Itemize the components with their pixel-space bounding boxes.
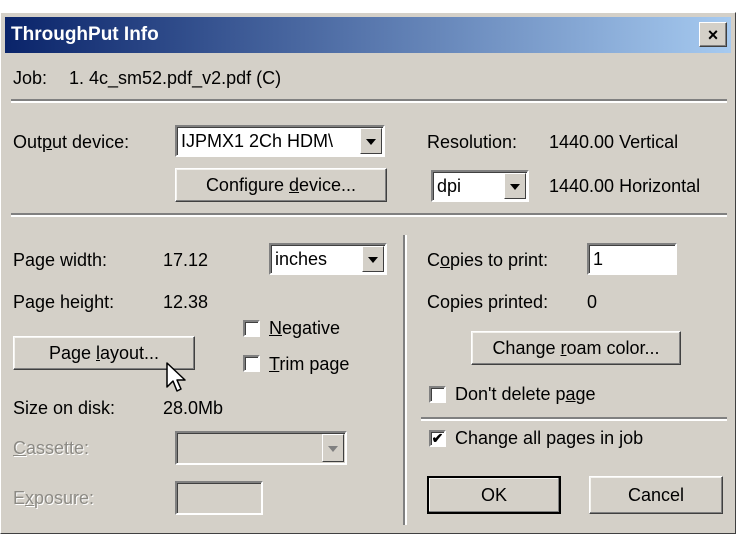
- copies-printed-label: Copies printed:: [427, 292, 549, 312]
- resolution-label: Resolution:: [427, 132, 518, 152]
- copies-to-print-input[interactable]: 1: [587, 243, 677, 275]
- output-device-dropdown-button[interactable]: [360, 128, 382, 154]
- size-on-disk-label: Size on disk:: [13, 398, 116, 418]
- page-units-value: inches: [275, 249, 328, 269]
- page-width-value: 17.12: [163, 250, 209, 270]
- change-all-pages-label: Change all pages in job: [455, 428, 644, 448]
- copies-to-print-label: Copies to print:: [427, 250, 549, 270]
- title-bar[interactable]: ThroughPut Info ×: [5, 17, 731, 53]
- trim-page-checkbox[interactable]: [243, 355, 260, 372]
- close-icon: ×: [707, 24, 719, 45]
- separator-middle: [11, 213, 727, 217]
- cancel-button[interactable]: Cancel: [589, 476, 723, 514]
- resolution-unit-value: dpi: [437, 176, 462, 196]
- negative-label: Negative: [269, 318, 341, 338]
- size-on-disk-value: 28.0Mb: [163, 398, 224, 418]
- trim-page-label: Trim page: [269, 354, 350, 374]
- separator-vertical: [403, 235, 407, 525]
- exposure-label: Exposure:: [13, 488, 95, 508]
- page-height-label: Page height:: [13, 292, 115, 312]
- chevron-down-icon: [368, 257, 378, 263]
- chevron-down-icon: [510, 184, 520, 190]
- page-units-dropdown-button[interactable]: [362, 246, 384, 272]
- window-title: ThroughPut Info: [11, 24, 159, 45]
- page-units-select[interactable]: inches: [269, 243, 387, 275]
- output-device-label: Output device:: [13, 132, 130, 152]
- ok-button[interactable]: OK: [427, 476, 561, 514]
- separator-right: [421, 417, 727, 421]
- close-button[interactable]: ×: [699, 22, 727, 47]
- cassette-dropdown-button[interactable]: [322, 434, 344, 462]
- cassette-select[interactable]: [175, 431, 347, 465]
- copies-printed-value: 0: [587, 292, 598, 312]
- resolution-unit-dropdown-button[interactable]: [504, 173, 526, 199]
- chevron-down-icon: [366, 139, 376, 145]
- resolution-unit-select[interactable]: dpi: [431, 170, 529, 202]
- throughput-info-dialog: ThroughPut Info × Job: 1. 4c_sm52.pdf_v2…: [0, 12, 736, 534]
- configure-device-button[interactable]: Configure device...: [175, 168, 387, 202]
- dont-delete-page-label: Don't delete page: [455, 384, 596, 404]
- job-label: Job:: [13, 68, 48, 88]
- page-height-value: 12.38: [163, 292, 209, 312]
- output-device-value: IJPMX1 2Ch HDM\: [181, 131, 334, 151]
- chevron-down-icon: [328, 446, 338, 452]
- cassette-label: Cassette:: [13, 438, 90, 458]
- resolution-horizontal: 1440.00 Horizontal: [549, 176, 701, 196]
- change-all-pages-checkbox[interactable]: ✔: [429, 430, 446, 447]
- mouse-pointer-icon: [166, 362, 186, 392]
- negative-checkbox[interactable]: [243, 320, 260, 337]
- resolution-vertical: 1440.00 Vertical: [549, 132, 679, 152]
- page-width-label: Page width:: [13, 250, 108, 270]
- exposure-input[interactable]: [175, 481, 263, 515]
- check-icon: ✔: [431, 430, 444, 446]
- dont-delete-page-checkbox[interactable]: [429, 386, 446, 403]
- output-device-select[interactable]: IJPMX1 2Ch HDM\: [175, 125, 385, 157]
- change-roam-color-button[interactable]: Change roam color...: [471, 331, 681, 365]
- separator-top: [11, 99, 727, 103]
- job-value: 1. 4c_sm52.pdf_v2.pdf (C): [69, 68, 282, 88]
